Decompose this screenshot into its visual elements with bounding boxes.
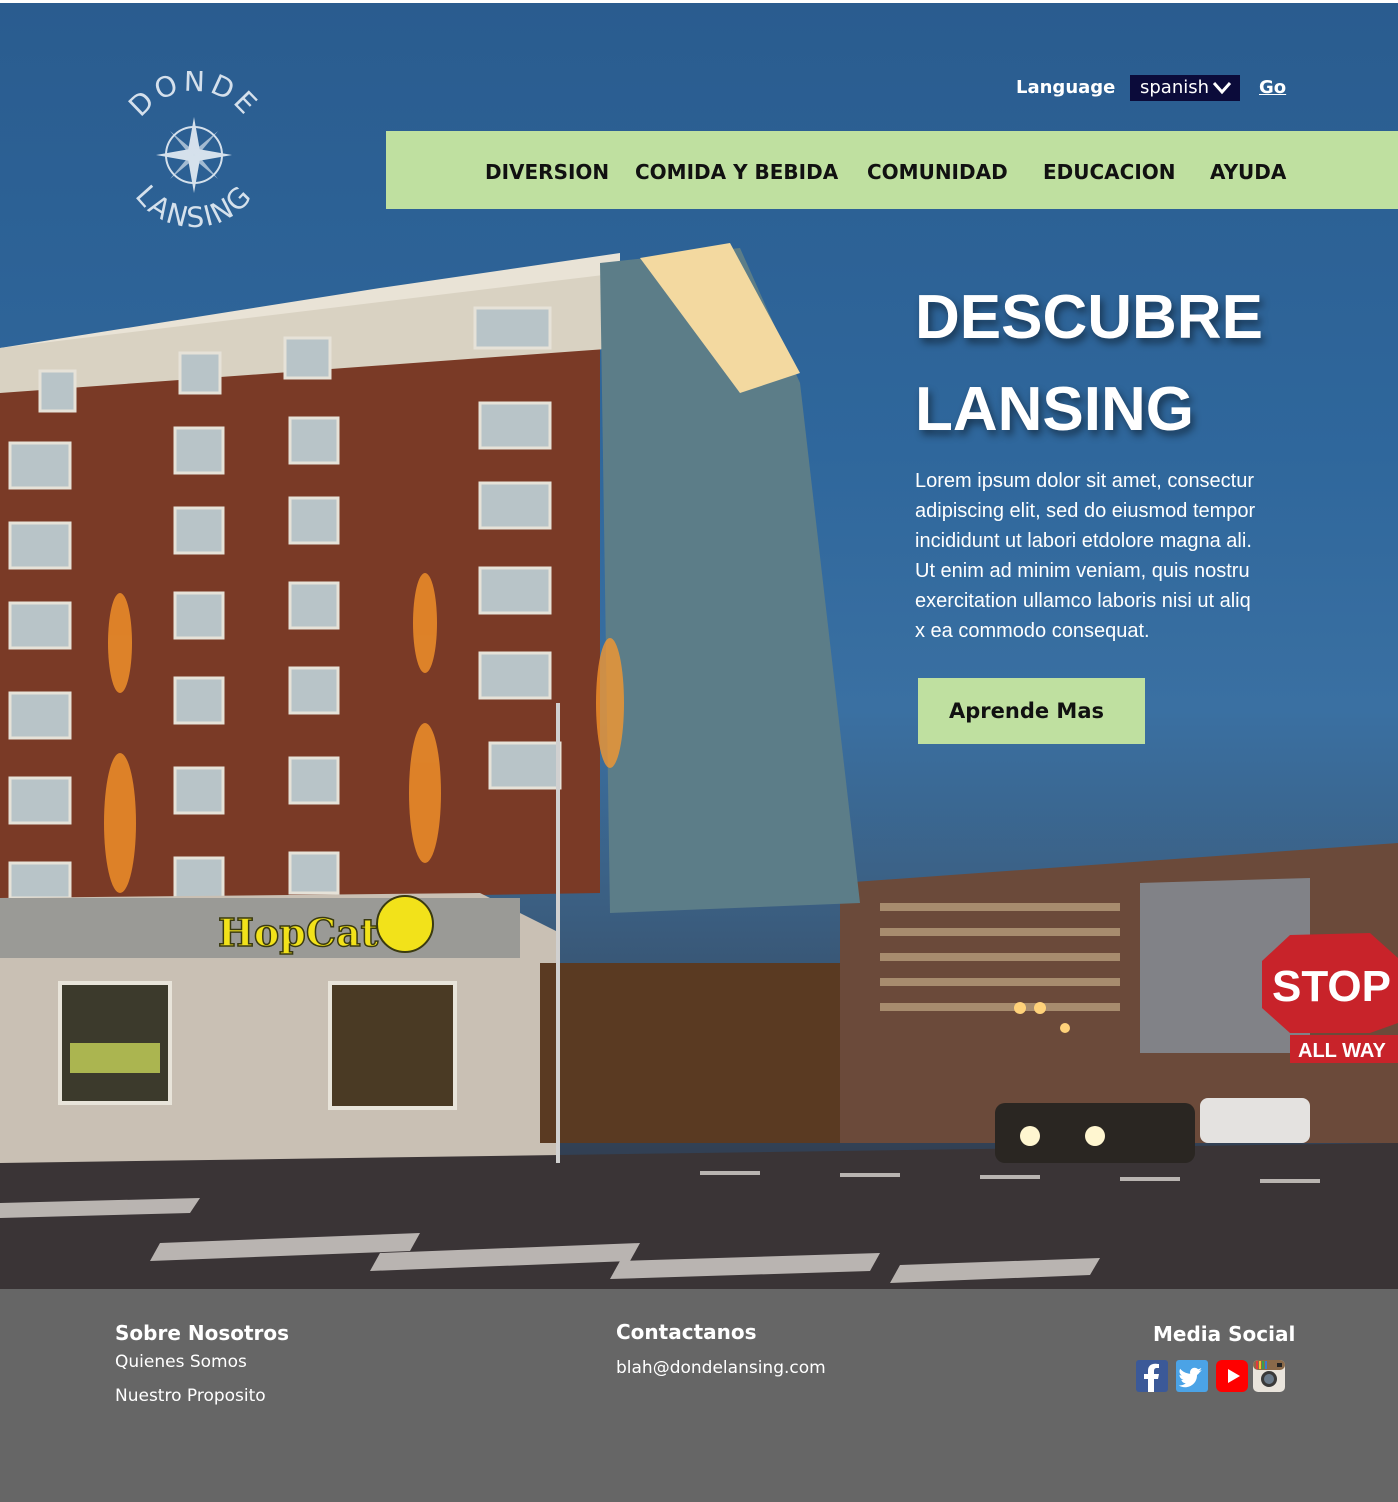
hero-title: DESCUBRE LANSING [915, 272, 1355, 456]
hero-body-text: Lorem ipsum dolor sit amet, consectur ad… [915, 470, 1256, 642]
footer-about-heading: Sobre Nosotros [115, 1321, 290, 1345]
nav-item-comida-y-bebida[interactable]: COMIDA Y BEBIDA [635, 157, 838, 187]
nav-item-educacion[interactable]: EDUCACION [1043, 157, 1176, 187]
nav-item-diversion[interactable]: DIVERSION [485, 157, 609, 187]
learn-more-button[interactable]: Aprende Mas [918, 678, 1145, 744]
hero-title-line-1: DESCUBRE [915, 283, 1263, 352]
language-select-value: spanish [1140, 77, 1210, 98]
nav-item-comunidad[interactable]: COMUNIDAD [867, 157, 1008, 187]
chevron-down-icon [1212, 82, 1232, 95]
language-select[interactable]: spanish [1130, 75, 1240, 101]
footer-contact-email[interactable]: blah@dondelansing.com [616, 1356, 826, 1380]
instagram-icon[interactable] [1253, 1360, 1285, 1392]
footer-link-nuestro-proposito[interactable]: Nuestro Proposito [115, 1384, 266, 1408]
site-logo[interactable]: DONDE LANSING [110, 71, 278, 239]
footer-link-quienes-somos[interactable]: Quienes Somos [115, 1350, 247, 1374]
language-label: Language [1016, 77, 1116, 98]
svg-text:DONDE: DONDE [122, 71, 266, 123]
facebook-icon[interactable] [1136, 1360, 1168, 1392]
main-nav: DIVERSION COMIDA Y BEBIDA COMUNIDAD EDUC… [386, 131, 1398, 209]
go-link[interactable]: Go [1259, 75, 1286, 101]
youtube-icon[interactable] [1216, 1360, 1248, 1392]
twitter-icon[interactable] [1176, 1360, 1208, 1392]
hero-title-line-2: LANSING [915, 375, 1194, 444]
stop-sign-text: STOP [1272, 962, 1391, 1011]
all-way-sign-text: ALL WAY [1298, 1040, 1386, 1062]
footer-social-heading: Media Social [1153, 1322, 1296, 1346]
nav-item-ayuda[interactable]: AYUDA [1210, 157, 1286, 187]
hopcat-sign: HopCat [218, 910, 379, 955]
footer-contact-heading: Contactanos [616, 1320, 757, 1344]
